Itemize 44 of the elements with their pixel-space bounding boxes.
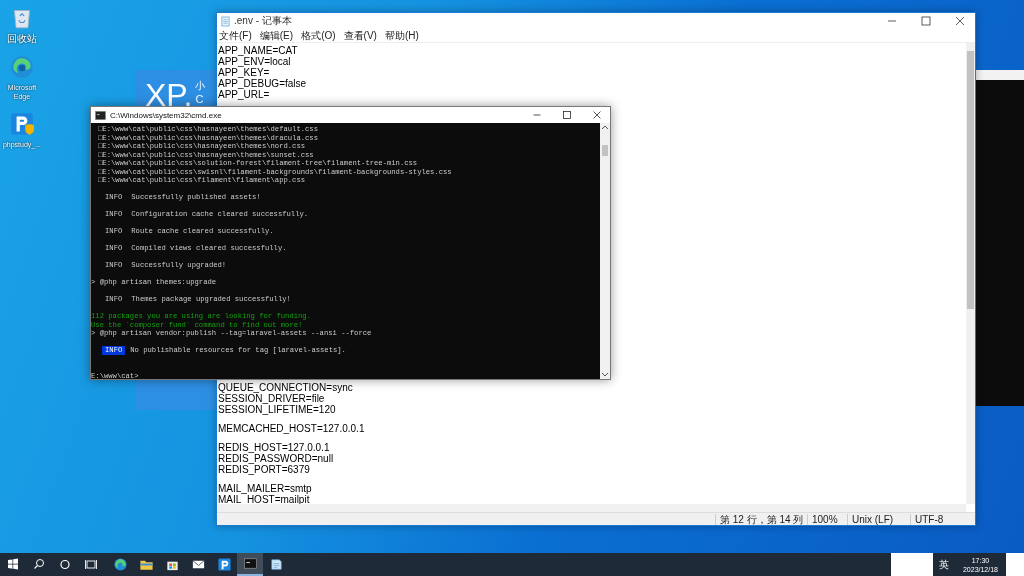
text-line: REDIS_PORT=6379 [218,464,311,475]
logo-text: XP. [145,76,193,113]
input-method-indicator[interactable]: 英 [932,557,955,572]
logo-caption: C [195,92,206,106]
notepad-icon [268,557,284,572]
window-title: .env - 记事本 [234,14,292,28]
blank-tray-area [890,553,933,576]
text-line: REDIS_PASSWORD=null [218,453,335,464]
notepad-icon [221,15,230,27]
edge-icon [112,557,128,572]
text-line: MAIL_MAILER=smtp [218,483,313,494]
cursor-position: 第 12 行，第 14 列 [715,513,807,525]
menu-item[interactable]: 编辑(E) [259,29,294,42]
window-title: C:\Windows\system32\cmd.exe [110,110,222,120]
text-line: APP_URL= [218,89,271,100]
zoom-level: 100% [807,513,847,525]
scrollbar-thumb[interactable] [967,51,974,310]
vertical-scrollbar[interactable] [600,123,610,379]
vertical-scrollbar[interactable] [966,43,975,504]
menu-item[interactable]: 帮助(H) [384,29,419,42]
text-line: SESSION_LIFETIME=120 [218,404,337,415]
menu-item[interactable]: 文件(F) [219,29,252,42]
blank-tray-area [1006,553,1024,576]
console-icon [242,556,258,571]
edge-icon[interactable] [9,54,35,80]
text-line: APP_ENV=local [218,56,292,67]
logo-caption: 小 [195,80,206,92]
text-line: APP_DEBUG=false [218,78,308,89]
text-line: MEMCACHED_HOST=127.0.0.1 [218,423,366,434]
text-line: APP_KEY= [218,67,271,78]
menu-item[interactable]: 查看(V) [343,29,377,42]
text-line: APP_NAME=CAT [218,45,299,56]
console-icon [95,110,106,120]
text-line: REDIS_HOST=127.0.0.1 [218,442,331,453]
horizontal-scrollbar[interactable] [217,504,966,512]
letter-p-icon [216,557,232,572]
line-ending: Unix (LF) [847,513,910,525]
letter-p-shield-icon[interactable] [9,111,35,137]
text-line: QUEUE_CONNECTION=sync [218,382,354,393]
scrollbar-thumb[interactable] [602,145,608,156]
encoding: UTF-8 [910,513,975,525]
text-line: SESSION_DRIVER=file [218,393,325,404]
taskbar-app-button[interactable] [237,553,263,576]
menu-item[interactable]: 格式(O) [301,29,336,42]
